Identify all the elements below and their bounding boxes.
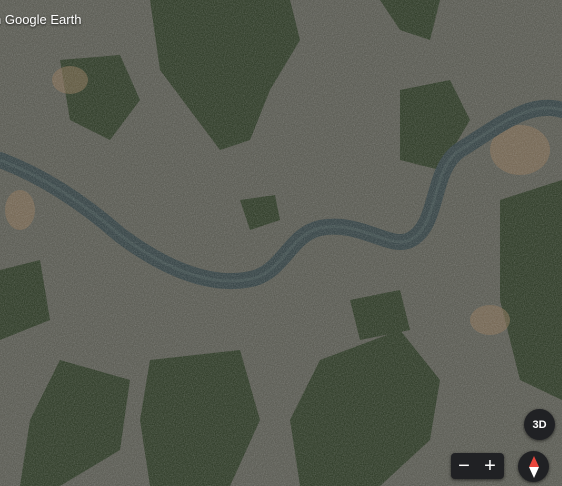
zoom-out-button[interactable]: − bbox=[451, 453, 477, 479]
satellite-imagery[interactable] bbox=[0, 0, 562, 486]
compass-icon bbox=[528, 455, 539, 478]
map-viewport[interactable]: n Google Earth 3D − + bbox=[0, 0, 562, 486]
zoom-in-button[interactable]: + bbox=[477, 453, 503, 479]
caption-prefix: n bbox=[0, 12, 1, 27]
compass-button[interactable] bbox=[518, 451, 549, 482]
caption-text: Google Earth bbox=[4, 12, 82, 27]
zoom-controls: − + bbox=[451, 453, 504, 479]
view-3d-button[interactable]: 3D bbox=[524, 409, 555, 440]
google-earth-caption: n Google Earth bbox=[0, 12, 81, 28]
imagery-noise bbox=[0, 0, 562, 486]
